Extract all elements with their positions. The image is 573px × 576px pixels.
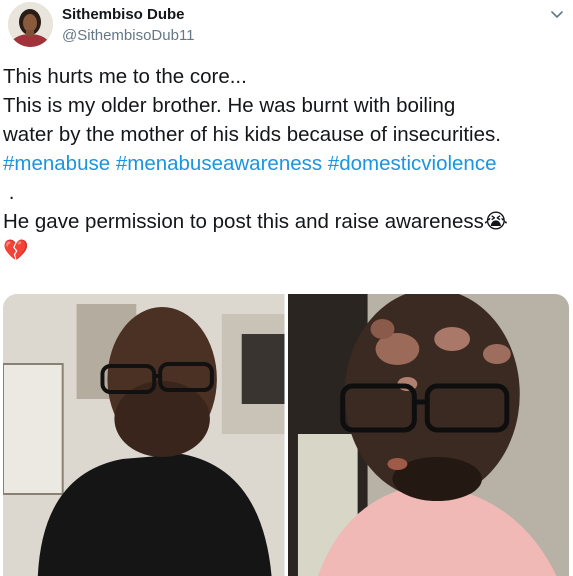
dot-line: . xyxy=(3,178,569,207)
author-handle[interactable]: @SithembisoDub11 xyxy=(62,27,195,44)
dot-text: . xyxy=(8,181,15,204)
broken-heart-emoji: 💔 xyxy=(3,239,29,262)
photo-left[interactable] xyxy=(3,294,285,576)
media-grid xyxy=(3,294,569,576)
hashtag-menabuseawareness[interactable]: #menabuseawareness xyxy=(116,152,322,175)
hashtag-domesticviolence[interactable]: #domesticviolence xyxy=(328,152,497,175)
tweet-text: This hurts me to the core... This is my … xyxy=(3,62,569,265)
hashtag-line: #menabuse #menabuseawareness #domesticvi… xyxy=(3,149,569,178)
tweet-line: water by the mother of his kids because … xyxy=(3,123,501,146)
author-name[interactable]: Sithembiso Dube xyxy=(62,6,185,23)
hashtag-menabuse[interactable]: #menabuse xyxy=(3,152,110,175)
last-line: He gave permission to post this and rais… xyxy=(3,207,569,236)
tweet-line: This hurts me to the core... xyxy=(3,65,247,88)
photo-right[interactable] xyxy=(287,294,569,576)
tweet-line: This is my older brother. He was burnt w… xyxy=(3,94,456,117)
crying-emoji: 😭 xyxy=(483,210,508,233)
last-line-text: He gave permission to post this and rais… xyxy=(3,210,484,233)
chevron-down-icon[interactable] xyxy=(549,6,565,22)
avatar[interactable] xyxy=(8,2,53,47)
